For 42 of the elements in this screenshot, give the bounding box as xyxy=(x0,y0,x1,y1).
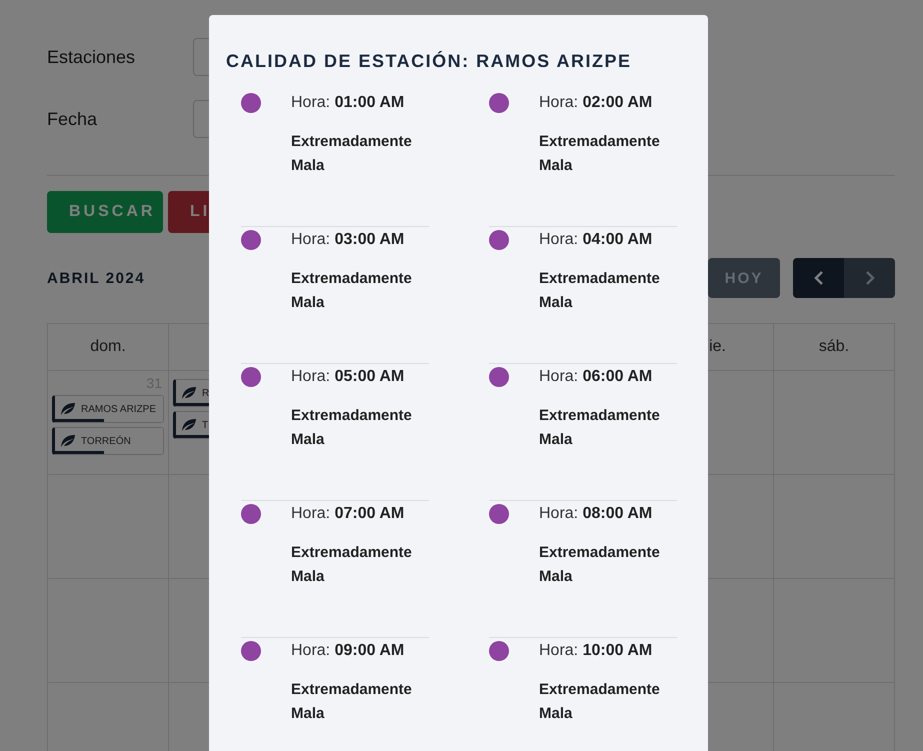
event-label: TORREÓN xyxy=(81,436,131,446)
quality-text: Extremadamente Mala xyxy=(539,543,661,587)
leaf-icon xyxy=(60,402,76,416)
quality-text: Extremadamente Mala xyxy=(539,269,661,313)
event-label: T xyxy=(202,420,208,430)
hour-text: Hora: 07:00 AM xyxy=(291,505,406,523)
quality-text: Extremadamente Mala xyxy=(291,269,413,313)
filter-label: Fecha xyxy=(47,108,98,130)
hour-text: Hora: 02:00 AM xyxy=(539,94,654,112)
quality-text: Extremadamente Mala xyxy=(539,680,661,724)
hour-text: Hora: 10:00 AM xyxy=(539,642,654,660)
quality-text: Extremadamente Mala xyxy=(291,406,413,450)
hour-text: Hora: 08:00 AM xyxy=(539,505,654,523)
hour-text: Hora: 06:00 AM xyxy=(539,368,654,386)
leaf-icon xyxy=(181,418,197,432)
quality-text: Extremadamente Mala xyxy=(539,406,661,450)
modal-title: CALIDAD DE ESTACIÓN: RAMOS ARIZPE xyxy=(226,51,633,72)
filter-label: Estaciones xyxy=(47,46,136,68)
hour-text: Hora: 01:00 AM xyxy=(291,94,406,112)
quality-text: Extremadamente Mala xyxy=(291,680,413,724)
chevron-right-icon xyxy=(864,270,876,286)
previous-button[interactable] xyxy=(793,258,844,298)
event-label: R xyxy=(202,388,210,398)
event-label: RAMOS ARIZPE xyxy=(81,404,156,414)
quality-text: Extremadamente Mala xyxy=(539,132,661,176)
leaf-icon xyxy=(60,434,76,448)
hour-text: Hora: 09:00 AM xyxy=(291,642,406,660)
search-button[interactable]: BUSCAR xyxy=(47,191,163,233)
weekday-header: sáb. xyxy=(774,324,895,371)
hour-text: Hora: 04:00 AM xyxy=(539,231,654,249)
hour-text: Hora: 03:00 AM xyxy=(291,231,406,249)
today-button[interactable]: HOY xyxy=(708,258,780,298)
leaf-icon xyxy=(181,386,197,400)
weekday-header: dom. xyxy=(48,324,169,371)
next-button[interactable] xyxy=(844,258,895,298)
month-title: ABRIL 2024 xyxy=(47,270,146,286)
chevron-left-icon xyxy=(812,270,824,286)
quality-text: Extremadamente Mala xyxy=(291,132,413,176)
hour-text: Hora: 05:00 AM xyxy=(291,368,406,386)
quality-text: Extremadamente Mala xyxy=(291,543,413,587)
event-chip[interactable]: RAMOS ARIZPE xyxy=(52,395,164,423)
event-chip[interactable]: TORREÓN xyxy=(52,427,164,455)
